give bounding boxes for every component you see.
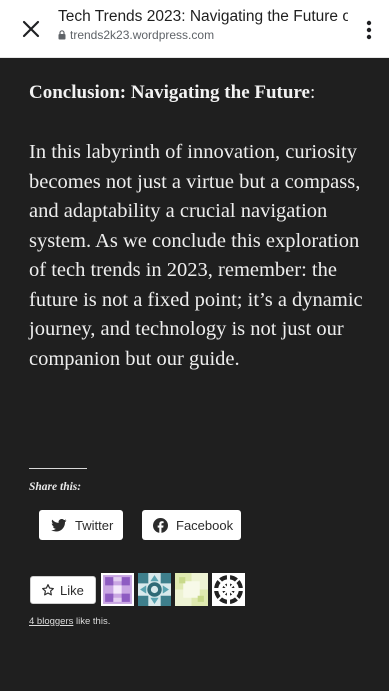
more-vert-icon <box>366 20 372 40</box>
lock-icon <box>58 30 66 40</box>
browser-toolbar: Tech Trends 2023: Navigating the Future … <box>0 0 389 58</box>
liker-avatars <box>101 573 245 606</box>
twitter-share-label: Twitter <box>75 517 114 533</box>
blogger-avatar-3[interactable] <box>175 573 208 606</box>
like-label: Like <box>60 582 84 598</box>
tab-title: Tech Trends 2023: Navigating the Future … <box>58 8 348 25</box>
article-content: Conclusion: Navigating the Future: In th… <box>0 58 389 691</box>
twitter-icon <box>51 518 67 532</box>
close-button[interactable] <box>18 16 44 42</box>
likes-summary: 4 bloggers like this. <box>29 616 110 627</box>
section-heading: Conclusion: Navigating the Future: <box>29 82 369 104</box>
blogger-avatar-4[interactable] <box>212 573 245 606</box>
conclusion-paragraph: In this labyrinth of innovation, curiosi… <box>29 141 363 370</box>
like-button[interactable]: Like <box>30 576 96 604</box>
blogger-avatar-1[interactable] <box>101 573 134 606</box>
section-heading-colon: : <box>309 82 316 103</box>
more-options-button[interactable] <box>357 16 381 44</box>
page-title-area: Tech Trends 2023: Navigating the Future … <box>58 8 348 42</box>
share-label: Share this: <box>29 481 82 493</box>
url-bar[interactable]: trends2k23.wordpress.com <box>58 28 348 42</box>
facebook-share-button[interactable]: Facebook <box>142 510 241 540</box>
facebook-share-label: Facebook <box>176 517 234 533</box>
star-outline-icon <box>41 583 55 597</box>
facebook-icon <box>153 517 168 533</box>
url-text: trends2k23.wordpress.com <box>70 28 215 42</box>
blogger-avatar-2[interactable] <box>138 573 171 606</box>
bloggers-suffix: like this. <box>73 616 111 627</box>
browser-viewport: Tech Trends 2023: Navigating the Future … <box>0 0 389 691</box>
close-icon <box>22 20 40 38</box>
bloggers-count-link[interactable]: 4 bloggers <box>29 616 73 627</box>
share-divider <box>29 468 87 469</box>
twitter-share-button[interactable]: Twitter <box>39 510 123 540</box>
section-heading-text: Conclusion: Navigating the Future <box>29 82 310 103</box>
